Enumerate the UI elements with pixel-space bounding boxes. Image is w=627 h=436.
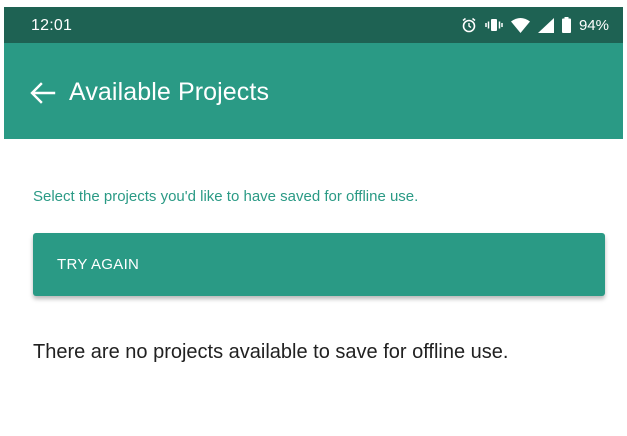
page-title: Available Projects [69, 78, 270, 106]
empty-state-message: There are no projects available to save … [33, 341, 509, 363]
battery-percent: 94% [578, 16, 609, 34]
main-content: Select the projects you'd like to have s… [4, 139, 623, 436]
status-bar: 12:01 94% [4, 7, 623, 43]
app-bar: Available Projects [4, 43, 623, 139]
back-arrow-icon [30, 82, 56, 104]
try-again-button[interactable]: TRY AGAIN [33, 233, 605, 296]
status-icons: 94% [461, 14, 609, 36]
alarm-icon [461, 17, 477, 33]
battery-icon [561, 17, 571, 33]
status-time: 12:01 [31, 17, 73, 34]
back-button[interactable] [30, 81, 56, 105]
app-screen: 12:01 94% Available Projects Select the … [4, 7, 623, 436]
wifi-icon [510, 17, 530, 33]
offline-hint-text: Select the projects you'd like to have s… [33, 188, 419, 205]
signal-icon [537, 17, 554, 33]
vibrate-icon [485, 17, 503, 33]
